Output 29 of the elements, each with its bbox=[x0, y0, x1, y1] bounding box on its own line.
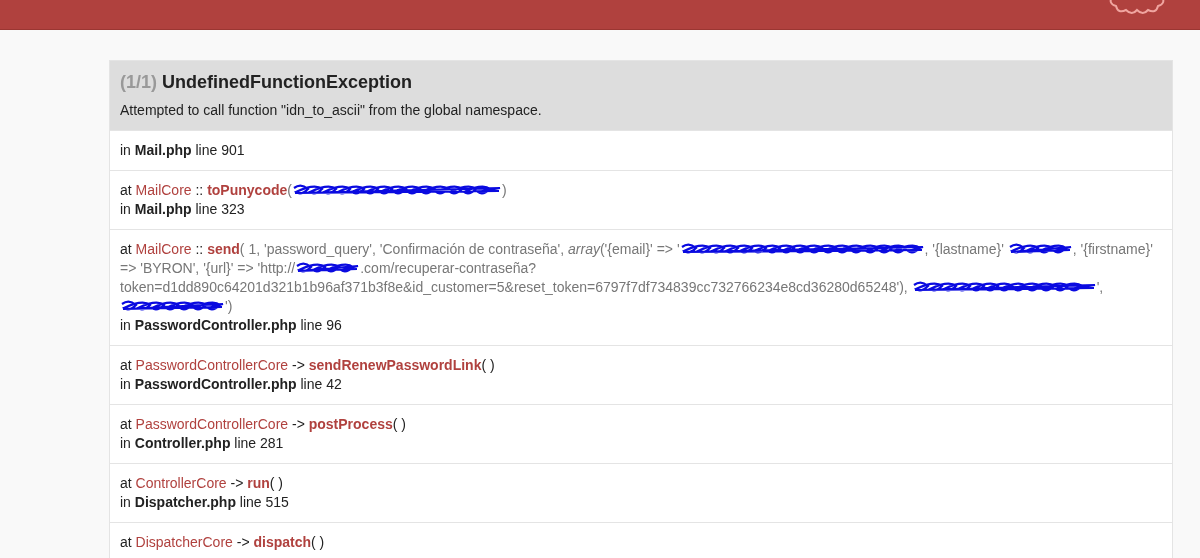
in-label: in bbox=[120, 201, 131, 217]
call-line: at PasswordControllerCore -> postProcess( ) bbox=[120, 415, 407, 434]
exception-message: Attempted to call function "idn_to_ascii" from the global namespace. bbox=[120, 101, 543, 120]
exception-title: UndefinedFunctionException bbox=[162, 72, 413, 92]
in-label: in bbox=[120, 376, 131, 392]
redaction-scribble bbox=[295, 260, 361, 276]
call-line: at MailCore :: send( 1, 'password_query', 'Confirmación de contraseña', array('{email}' => ' , '{lastname}' , '{firstname}' => 'BYRON', '{url}' => 'http:// .com/recuperar-contraseña?token=d1dd890c64201d321b1b96af371b3f8e&id_customer=5&reset_token=6797f7df734839cc732766234e8cd36280d65248'), ', ') bbox=[120, 240, 1154, 316]
line-number: line 323 bbox=[195, 201, 245, 217]
file-name: Dispatcher.php bbox=[134, 494, 236, 510]
file-name: PasswordController.php bbox=[134, 317, 297, 333]
call-line: at PasswordControllerCore -> sendRenewPasswordLink( ) bbox=[120, 356, 496, 375]
in-label: in bbox=[120, 142, 131, 158]
call-line: at MailCore :: toPunycode( ) bbox=[120, 181, 508, 200]
in-label: in bbox=[120, 494, 131, 510]
file-name: PasswordController.php bbox=[134, 376, 297, 392]
exception-counter: (1/1) bbox=[120, 72, 157, 92]
line-number: line 901 bbox=[195, 142, 245, 158]
line-number: line 281 bbox=[234, 435, 284, 451]
call-line: at ControllerCore -> run( ) bbox=[120, 474, 285, 493]
line-number: line 42 bbox=[300, 376, 342, 392]
file-name: Mail.php bbox=[134, 201, 192, 217]
file-name: Controller.php bbox=[134, 435, 231, 451]
in-label: in bbox=[120, 317, 131, 333]
line-number: line 96 bbox=[300, 317, 342, 333]
in-label: in bbox=[120, 435, 131, 451]
file-name: Mail.php bbox=[134, 142, 192, 158]
call-line: at DispatcherCore -> dispatch( ) bbox=[120, 533, 326, 552]
line-number: line 515 bbox=[239, 494, 289, 510]
redaction-scribble bbox=[1007, 241, 1073, 257]
